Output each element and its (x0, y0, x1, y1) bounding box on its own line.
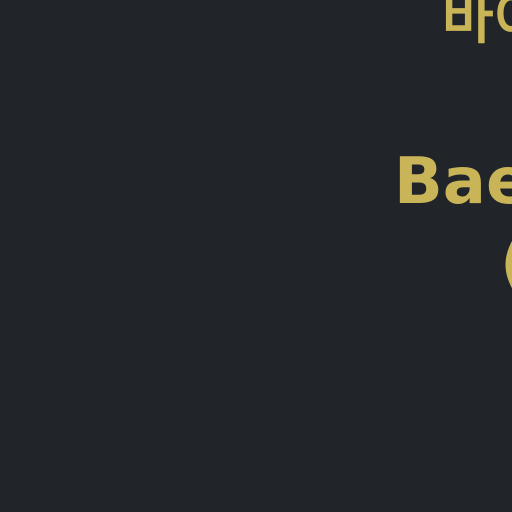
korean-title-text: 바이 (442, 0, 512, 52)
app-canvas: 바이 Baek ( (0, 0, 512, 512)
subtitle-fragment-text: ( (500, 232, 512, 296)
romanized-title-text: Baek (394, 145, 512, 219)
